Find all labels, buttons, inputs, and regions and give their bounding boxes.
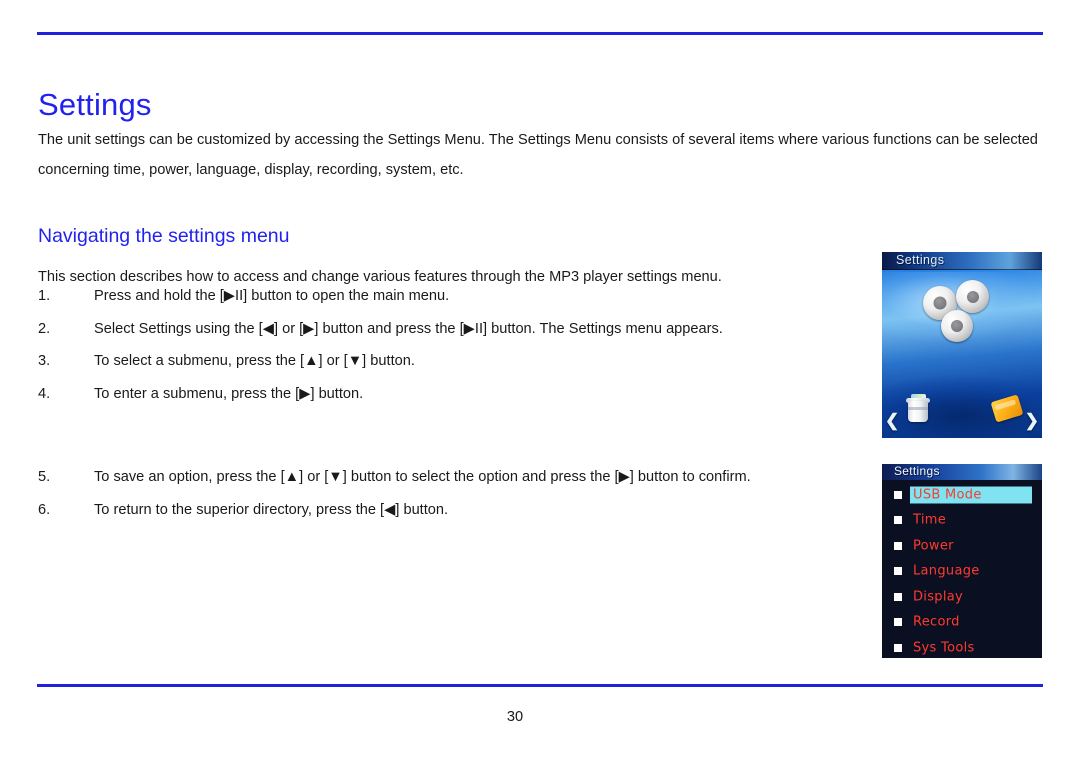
menu-item-label: Record xyxy=(913,614,960,630)
step-number: 6. xyxy=(38,501,51,518)
menu-item-time[interactable]: Time xyxy=(882,508,1042,534)
list-item: 2. Select Settings using the [◀] or [▶] … xyxy=(38,319,858,352)
trash-band xyxy=(908,407,928,410)
section-heading: Navigating the settings menu xyxy=(38,225,290,248)
bullet-icon xyxy=(894,643,902,652)
manual-page: Settings The unit settings can be custom… xyxy=(0,0,1080,769)
device-title-text: Settings xyxy=(896,253,945,267)
menu-item-label: Language xyxy=(913,563,980,579)
page-title: Settings xyxy=(38,86,152,122)
bullet-icon xyxy=(894,567,902,576)
device-title-text: Settings xyxy=(894,464,940,478)
step-number: 2. xyxy=(38,320,51,337)
device-title-bar: Settings xyxy=(882,252,1042,270)
menu-item-label: Sys Tools xyxy=(913,640,975,656)
step-text: Press and hold the [▶II] button to open … xyxy=(94,288,450,304)
gear-icon xyxy=(936,305,978,347)
menu-item-usb-mode[interactable]: USB Mode xyxy=(882,482,1042,508)
menu-item-language[interactable]: Language xyxy=(882,559,1042,585)
bullet-icon xyxy=(894,490,902,499)
page-number: 30 xyxy=(506,709,524,725)
menu-item-record[interactable]: Record xyxy=(882,610,1042,636)
bullet-icon xyxy=(894,516,902,525)
steps-list-first: 1. Press and hold the [▶II] button to op… xyxy=(38,286,858,416)
list-item: 3. To select a submenu, press the [▲] or… xyxy=(38,351,858,384)
menu-item-label: Display xyxy=(913,589,964,605)
prev-arrow-icon[interactable]: ❮ xyxy=(885,412,899,429)
list-item: 1. Press and hold the [▶II] button to op… xyxy=(38,286,858,319)
bullet-icon xyxy=(894,541,902,550)
background-wave xyxy=(882,348,1042,438)
settings-menu-list: USB Mode Time Power Language Display Rec… xyxy=(882,482,1042,658)
menu-item-sys-tools[interactable]: Sys Tools xyxy=(882,635,1042,658)
steps-list-second: 5. To save an option, press the [▲] or [… xyxy=(38,467,938,532)
footer-divider xyxy=(37,684,1043,687)
step-number: 5. xyxy=(38,469,51,485)
next-arrow-icon[interactable]: ❯ xyxy=(1025,412,1039,429)
device-screenshot-main-menu: Settings ❮ ❯ xyxy=(882,252,1042,438)
step-text: To enter a submenu, press the [▶] button… xyxy=(94,385,364,402)
list-item: 6. To return to the superior directory, … xyxy=(38,500,938,533)
device-title-bar: Settings xyxy=(882,464,1042,480)
bullet-icon xyxy=(894,592,902,601)
step-text: To select a submenu, press the [▲] or [▼… xyxy=(94,353,415,369)
step-number: 4. xyxy=(38,385,51,402)
step-number: 1. xyxy=(38,288,51,304)
trash-bin-icon[interactable] xyxy=(906,394,930,422)
section-lead-text: This section describes how to access and… xyxy=(38,268,722,285)
step-text: To return to the superior directory, pre… xyxy=(94,501,449,518)
gears-icon xyxy=(918,275,1003,360)
device-screenshot-settings-list: Settings USB Mode Time Power Language Di… xyxy=(882,464,1042,658)
gear-icon xyxy=(951,275,994,318)
step-text: To save an option, press the [▲] or [▼] … xyxy=(94,469,751,485)
header-divider xyxy=(37,32,1043,35)
bullet-icon xyxy=(894,618,902,627)
trash-body xyxy=(908,401,928,422)
menu-item-label: USB Mode xyxy=(910,486,1032,504)
menu-item-label: Power xyxy=(913,538,954,554)
list-item: 4. To enter a submenu, press the [▶] but… xyxy=(38,384,858,417)
menu-item-power[interactable]: Power xyxy=(882,533,1042,559)
menu-item-display[interactable]: Display xyxy=(882,584,1042,610)
menu-item-label: Time xyxy=(913,512,947,528)
folder-card-icon[interactable] xyxy=(990,394,1024,423)
step-text: Select Settings using the [◀] or [▶] but… xyxy=(94,320,723,337)
step-number: 3. xyxy=(38,353,51,369)
list-item: 5. To save an option, press the [▲] or [… xyxy=(38,467,938,500)
intro-paragraph: The unit settings can be customized by a… xyxy=(38,131,1038,178)
